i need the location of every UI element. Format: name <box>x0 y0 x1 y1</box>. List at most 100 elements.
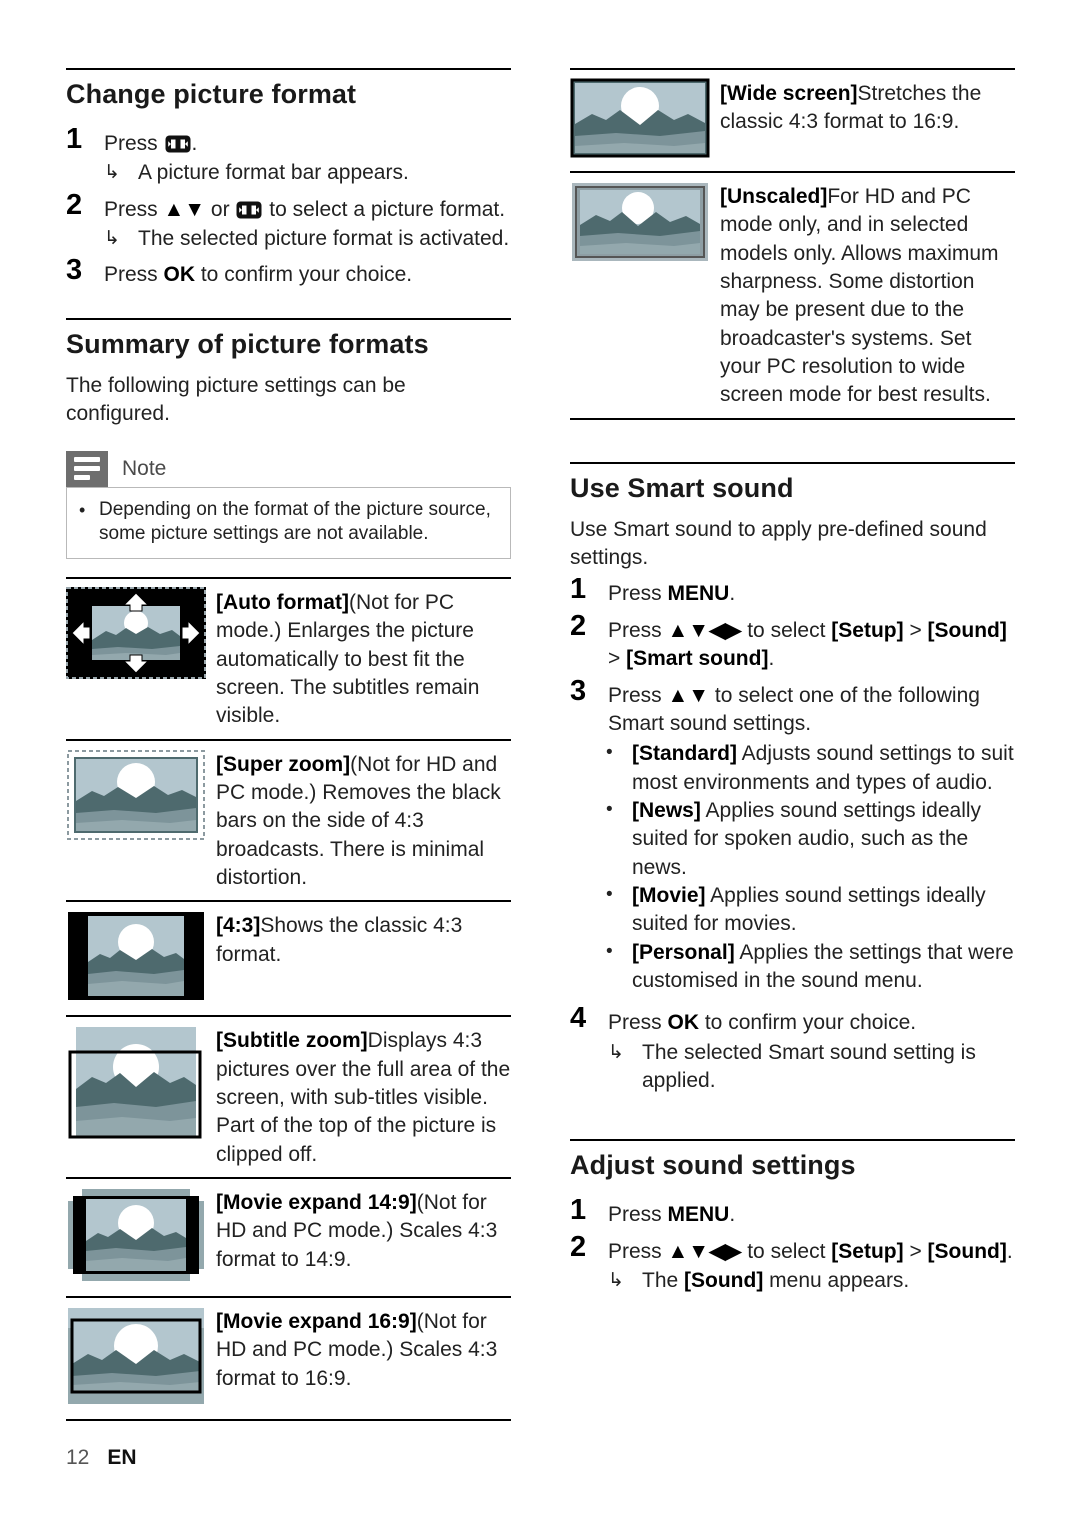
step-text-before: Press <box>608 683 668 707</box>
step-3: 3 Press OK to confirm your choice. <box>66 255 511 289</box>
step-text-before: Press <box>104 197 164 221</box>
page-title-summary-of-picture-formats: Summary of picture formats <box>66 328 429 359</box>
menu-path-separator: > <box>903 618 928 642</box>
menu-path-sound: [Sound] <box>684 1269 764 1293</box>
bullet-icon: • <box>606 742 613 764</box>
section-use-smart-sound: Use Smart sound Use Smart sound to apply… <box>570 461 1015 1096</box>
section-change-picture-format: Change picture format 1 Press . ↳ A pict… <box>66 68 511 290</box>
note-list-item: • Depending on the format of the picture… <box>79 498 498 547</box>
steps-use-smart-sound: 1 Press MENU. 2 Press ▲▼◀▶ to select [Se… <box>570 574 1015 1095</box>
table-row: [Unscaled]For HD and PC mode only, and i… <box>570 173 1015 420</box>
table-row: [Auto format](Not for PC mode.) Enlarges… <box>66 579 511 741</box>
substep: ↳ The selected Smart sound setting is ap… <box>608 1039 1015 1096</box>
step-2: 2 Press ▲▼◀▶ to select [Setup] > [Sound]… <box>570 1230 1015 1296</box>
format-name: [Movie expand 14:9] <box>216 1191 417 1215</box>
menu-path-separator: > <box>903 1239 928 1263</box>
menu-key-label: MENU <box>667 582 730 606</box>
format-name: [Wide screen] <box>720 82 858 105</box>
substep-text-before: The <box>642 1269 685 1293</box>
result-arrow-icon: ↳ <box>104 162 120 184</box>
step-text-after: . <box>191 132 198 156</box>
step-text-before: Press <box>608 1203 668 1227</box>
table-row: [4:3]Shows the classic 4:3 format. <box>66 902 511 1018</box>
format-description: [Subtitle zoom]Displays 4:3 pictures ove… <box>216 1025 511 1169</box>
section-summary-of-picture-formats: Summary of picture formats The following… <box>66 317 511 1422</box>
bullet-icon: • <box>79 499 86 520</box>
unscaled-thumbnail <box>570 181 720 268</box>
section-adjust-sound-settings: Adjust sound settings 1 Press MENU. 2 Pr… <box>570 1139 1015 1295</box>
step-1: 1 Press MENU. <box>570 1195 1015 1229</box>
table-row: [Movie expand 16:9](Not for HD and PC mo… <box>66 1298 511 1422</box>
language-code: EN <box>107 1446 137 1469</box>
step-text: Press MENU. <box>608 1195 1015 1229</box>
left-column: Change picture format 1 Press . ↳ A pict… <box>66 68 511 1422</box>
step-number: 3 <box>66 254 83 287</box>
page-number: 12 <box>66 1446 90 1469</box>
menu-path-sound: [Sound] <box>927 618 1007 642</box>
setting-name: [Personal] <box>632 940 735 964</box>
format-description: [Wide screen]Stretches the classic 4:3 f… <box>720 78 1015 137</box>
list-item: • [News] Applies sound settings ideally … <box>570 797 1015 882</box>
step-text-after: to confirm your choice. <box>699 1011 917 1035</box>
format-detail: For HD and PC mode only, and in selected… <box>720 185 999 407</box>
ok-key-label: OK <box>163 263 196 287</box>
note-header: Note <box>66 450 511 487</box>
nav-keys-icon: ▲▼ <box>163 197 206 221</box>
auto-format-thumbnail <box>66 586 216 684</box>
step-number: 2 <box>66 188 83 221</box>
step-text-after: . <box>768 647 775 671</box>
step-number: 4 <box>570 1002 587 1035</box>
note-label: Note <box>122 456 167 480</box>
step-4: 4 Press OK to confirm your choice. ↳ The… <box>570 1002 1015 1096</box>
manual-page: Change picture format 1 Press . ↳ A pict… <box>0 0 1080 1527</box>
note-body: • Depending on the format of the picture… <box>66 486 511 559</box>
format-name: [Auto format] <box>216 590 349 614</box>
list-item-text: [Movie] Applies sound settings ideally s… <box>632 882 1015 939</box>
picture-format-key-icon <box>165 133 191 153</box>
movie-expand-16-9-thumbnail <box>66 1306 216 1411</box>
format-description: [Movie expand 16:9](Not for HD and PC mo… <box>216 1306 511 1393</box>
page-footer: 12 EN <box>66 1446 137 1470</box>
step-text-before: Press <box>104 132 164 156</box>
step-number: 2 <box>570 1230 587 1263</box>
step-number: 2 <box>570 609 587 642</box>
menu-path-smart-sound: [Smart sound] <box>626 647 769 671</box>
step-text-mid: or <box>205 197 236 221</box>
format-name: [Super zoom] <box>216 752 351 776</box>
nav-keys-icon: ▲▼ <box>667 683 710 707</box>
wide-screen-thumbnail <box>570 78 720 163</box>
format-description: [Super zoom](Not for HD and PC mode.) Re… <box>216 749 511 893</box>
format-name: [Movie expand 16:9] <box>216 1310 417 1334</box>
step-text: Press ▲▼◀▶ to select [Setup] > [Sound]. … <box>608 1232 1015 1296</box>
smart-sound-settings-list: • [Standard] Adjusts sound settings to s… <box>570 740 1015 995</box>
step-text: Press OK to confirm your choice. <box>104 255 511 289</box>
step-text-after: . <box>1006 1239 1013 1263</box>
step-text-before: Press <box>608 1011 668 1035</box>
substep-text: A picture format bar appears. <box>138 161 409 185</box>
menu-path-setup: [Setup] <box>831 618 904 642</box>
step-number: 1 <box>570 573 587 606</box>
substep-text-after: menu appears. <box>763 1269 910 1293</box>
table-row: [Wide screen]Stretches the classic 4:3 f… <box>570 70 1015 173</box>
step-text: Press ▲▼◀▶ to select [Setup] > [Sound] >… <box>608 611 1015 674</box>
table-row: [Super zoom](Not for HD and PC mode.) Re… <box>66 741 511 903</box>
note-text: Depending on the format of the picture s… <box>99 498 491 545</box>
menu-path-setup: [Setup] <box>831 1239 904 1263</box>
step-text-mid: to select <box>741 618 832 642</box>
note-callout: Note • Depending on the format of the pi… <box>66 450 511 559</box>
four-three-thumbnail <box>66 910 216 1007</box>
page-title-adjust-sound-settings: Adjust sound settings <box>570 1150 856 1181</box>
format-description: [Unscaled]For HD and PC mode only, and i… <box>720 181 1015 410</box>
bullet-icon: • <box>606 940 613 962</box>
table-row: [Subtitle zoom]Displays 4:3 pictures ove… <box>66 1017 511 1180</box>
step-text-after: to select a picture format. <box>263 197 506 221</box>
nav-keys-icon: ▲▼◀▶ <box>667 618 742 642</box>
format-description: [Auto format](Not for PC mode.) Enlarges… <box>216 587 511 731</box>
picture-format-key-icon <box>236 199 262 219</box>
step-number: 1 <box>66 123 83 156</box>
step-text: Press . ↳ A picture format bar appears. <box>104 124 511 188</box>
substep-text: The selected Smart sound setting is appl… <box>642 1040 976 1092</box>
step-2: 2 Press ▲▼ or to select a picture format… <box>66 188 511 254</box>
